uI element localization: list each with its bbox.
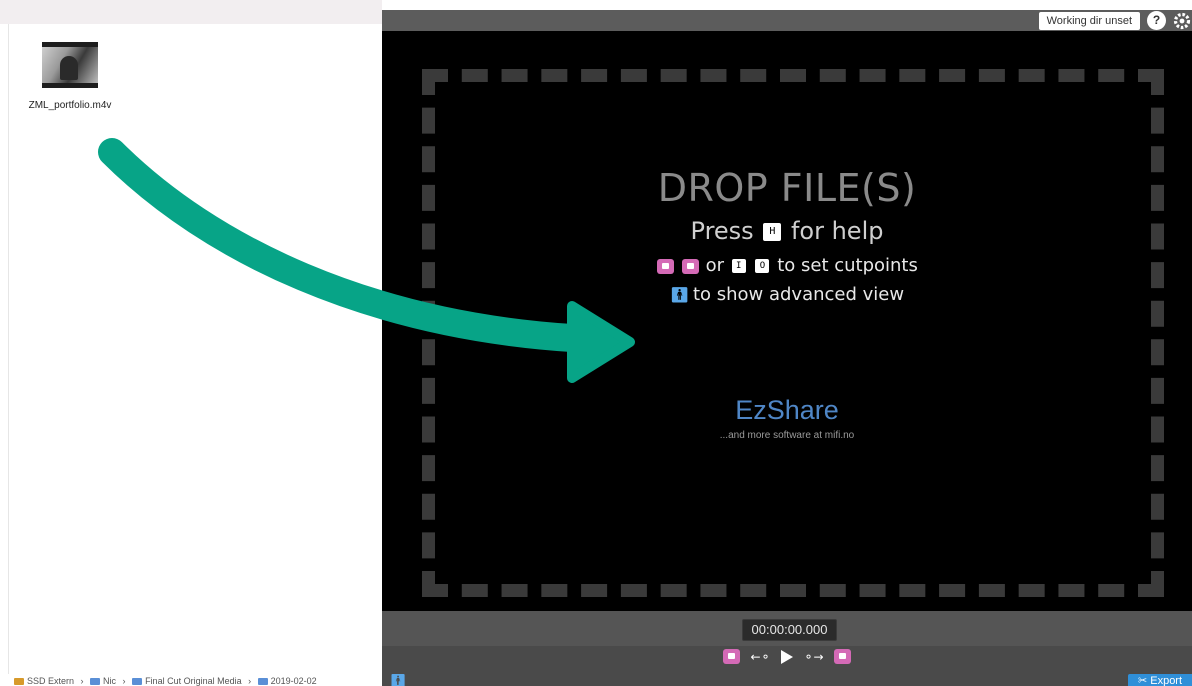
finder-window: ZML_portfolio.m4v SSD Extern › Nic › Fin… (0, 0, 382, 686)
player-controls-bar: 00:00:00.000 ←⚬ ⚬→ 🚹︎ ✂ Export (382, 611, 1192, 686)
app-window: Working dir unset ? DROP FILE(S) Press H… (382, 10, 1192, 686)
working-dir-button[interactable]: Working dir unset (1038, 12, 1140, 30)
drop-zone[interactable]: DROP FILE(S) Press H for help or I O to … (382, 31, 1192, 611)
in-key: I (731, 259, 746, 273)
help-hint: Press H for help (690, 217, 884, 245)
folder-icon (132, 678, 143, 686)
timecode-display[interactable]: 00:00:00.000 (742, 619, 837, 641)
finder-divider (8, 24, 9, 674)
set-cut-end-button[interactable] (834, 649, 852, 665)
person-icon: 🚹︎ (669, 286, 689, 304)
scissors-icon: ✂ (1137, 675, 1148, 686)
file-item-video[interactable]: ZML_portfolio.m4v (14, 42, 126, 112)
play-button[interactable] (781, 649, 793, 664)
video-thumbnail (42, 42, 98, 88)
path-item-drive[interactable]: SSD Extern › (14, 676, 84, 686)
drop-title: DROP FILE(S) (657, 166, 917, 210)
folder-icon (257, 678, 268, 686)
jump-to-cut-end-icon[interactable]: ⚬→ (803, 650, 823, 664)
finder-toolbar (0, 0, 382, 24)
set-cut-start-button[interactable] (722, 649, 740, 665)
brand-tagline: ...and more software at mifi.no (719, 430, 855, 441)
export-button[interactable]: ✂ Export (1128, 674, 1192, 686)
help-button[interactable]: ? (1147, 11, 1166, 30)
drive-icon (14, 678, 24, 686)
folder-icon (90, 678, 101, 686)
path-item-folder[interactable]: Nic › (90, 676, 126, 686)
playback-controls: ←⚬ ⚬→ (382, 648, 1192, 668)
advanced-view-hint: 🚹︎ to show advanced view (669, 284, 905, 305)
person-icon[interactable]: 🚹︎ (390, 673, 407, 686)
jump-to-cut-start-icon[interactable]: ←⚬ (750, 650, 770, 664)
path-item-folder[interactable]: Final Cut Original Media › (132, 676, 251, 686)
cut-end-icon (681, 258, 699, 274)
cut-start-icon (657, 258, 675, 274)
out-key: O (755, 259, 770, 273)
path-bar: SSD Extern › Nic › Final Cut Original Me… (14, 676, 384, 686)
brand-name: EzShare (735, 395, 839, 425)
drop-zone-border (422, 69, 1164, 597)
file-name: ZML_portfolio.m4v (28, 100, 112, 111)
thumbnail-figure (60, 56, 78, 80)
app-topbar: Working dir unset ? (382, 10, 1192, 31)
gear-icon[interactable] (1172, 11, 1192, 31)
help-key: H (763, 223, 782, 241)
cutpoint-hint: or I O to set cutpoints (382, 255, 1192, 276)
path-item-folder[interactable]: 2019-02-02 (257, 676, 321, 686)
